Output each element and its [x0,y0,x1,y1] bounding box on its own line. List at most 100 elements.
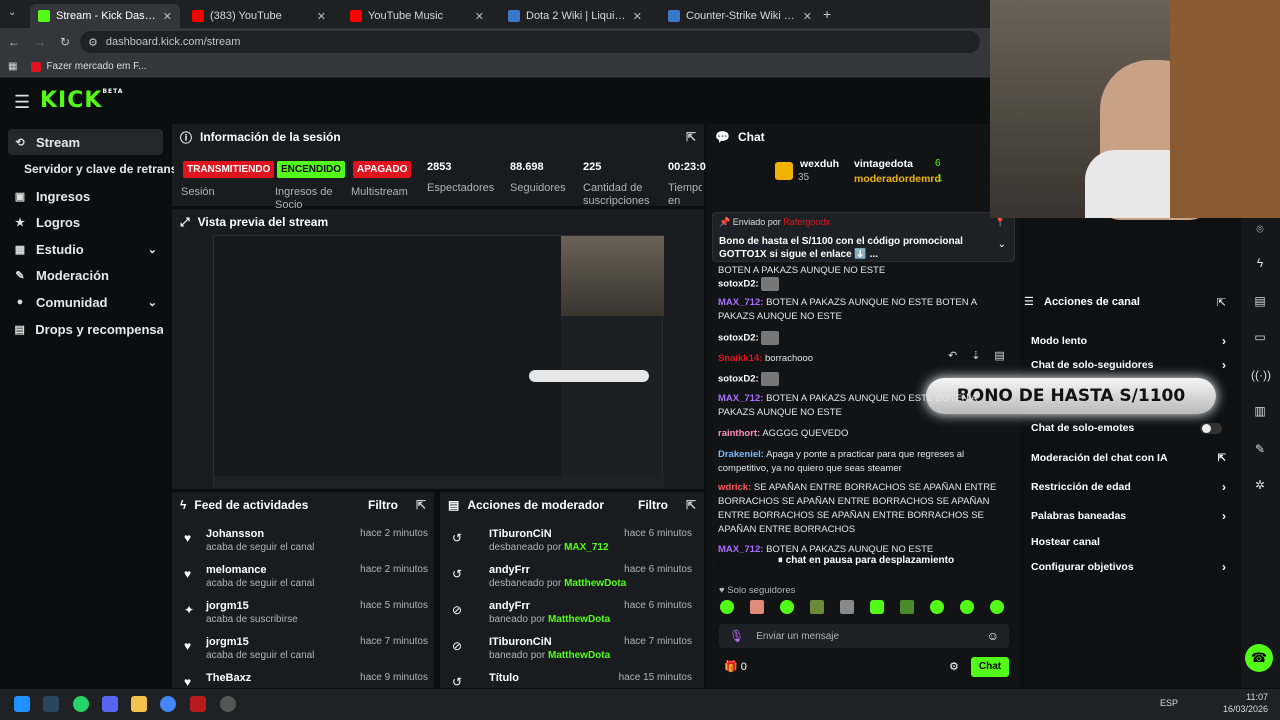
popout-icon[interactable]: ⇱ [686,498,696,512]
send-chat-button[interactable]: Chat [971,657,1009,677]
chat-username[interactable]: sotoxD2: [718,279,759,290]
windows-start-icon[interactable] [14,696,30,712]
lightning-icon[interactable]: ϟ [1251,256,1269,274]
feed-item[interactable]: ♥ melomance acaba de seguir el canal hace 2… [180,564,428,598]
chat-paused-notice[interactable]: ⏸ chat en pausa para desplazamiento [718,555,1014,569]
back-icon[interactable]: ← [8,35,20,49]
chat-username[interactable]: sotoxD2: [718,333,759,344]
mod-action-item[interactable]: ↺ andyFrr desbaneado por MatthewDota hace 6… [448,564,692,598]
feed-item[interactable]: ♥ jorgm15 acaba de seguir el canal hace 7 m… [180,636,428,670]
chat-username[interactable]: MAX_712: [718,544,763,555]
emote-icon[interactable] [780,600,794,614]
chat-username[interactable]: MAX_712: [718,393,763,404]
emote-bar[interactable] [718,600,1008,616]
toggle-switch[interactable] [1200,422,1222,434]
popout-icon[interactable]: ⇱ [1217,296,1226,309]
feed-item[interactable]: ✦ jorgm15 acaba de suscribirse hace 5 minut… [180,600,428,634]
emote-icon[interactable] [990,600,1004,614]
channel-action-item[interactable]: Hostear canal [1031,531,1226,553]
chat-username[interactable]: MAX_712: [718,297,763,308]
reload-icon[interactable]: ↻ [60,35,70,49]
chat-message[interactable]: BOTEN A PAKAZS AUNQUE NO ESTE [718,264,1008,278]
url-field[interactable]: ⚙ dashboard.kick.com/stream [80,31,980,53]
close-tab-icon[interactable]: ✕ [317,10,326,23]
channel-action-item[interactable]: Modo lento › [1031,330,1226,352]
chat-username[interactable]: Drakeniel: [718,449,764,460]
chat-message[interactable]: sotoxD2: [718,277,1008,292]
top-user-3[interactable]: moderadordemrd [854,173,941,185]
broadcast-icon[interactable]: ((·)) [1251,368,1271,386]
feed-filter-button[interactable]: Filtro [368,498,398,512]
stream-preview-video[interactable] [213,235,664,488]
channel-action-item[interactable]: Configurar objetivos › [1031,556,1226,578]
close-tab-icon[interactable]: ✕ [475,10,484,23]
bookmark-item[interactable]: Fazer mercado em F... [31,61,146,72]
puzzle-icon[interactable]: ✲ [1251,478,1269,496]
emote-icon[interactable] [870,600,884,614]
sidebar-item[interactable]: ▤ Drops y recompensas [8,316,163,342]
emote-icon[interactable] [960,600,974,614]
sidebar-item[interactable]: ★ Logros [8,209,163,235]
microphone-icon[interactable]: 🎙 [729,629,744,643]
emote-icon[interactable] [930,600,944,614]
browser-tab[interactable]: Stream - Kick Dashboard ✕ [30,4,180,28]
forward-icon[interactable]: → [34,35,46,49]
tab-list-icon[interactable]: ⌄ [8,7,16,18]
browser-tab[interactable]: YouTube Music ✕ [342,4,492,28]
emote-icon[interactable] [720,600,734,614]
emote-icon[interactable] [900,600,914,614]
wrench-icon[interactable]: ✎ [1251,442,1269,460]
emoji-icon[interactable]: ☺ [987,629,999,643]
apps-icon[interactable]: ▦ [8,61,17,72]
chat-username[interactable]: wdrick: [718,482,751,493]
channel-action-item[interactable]: Moderación del chat con IA ⇱ [1031,447,1226,469]
close-tab-icon[interactable]: ✕ [803,10,812,23]
chat-message[interactable]: sotoxD2: [718,331,1008,346]
chat-username[interactable]: rainthort: [718,428,760,439]
sidebar-item[interactable]: ▦ Estudio ⌄ [8,236,163,262]
clock-time[interactable]: 11:07 [1222,692,1268,702]
emote-icon[interactable] [810,600,824,614]
site-info-icon[interactable]: ⚙ [88,36,98,49]
close-tab-icon[interactable]: ✕ [633,10,642,23]
channel-action-item[interactable]: Palabras baneadas › [1031,505,1226,527]
mod-action-item[interactable]: ⊘ andyFrr baneado por MatthewDota hace 6 mi… [448,600,692,634]
popout-icon[interactable]: ⇱ [686,130,696,144]
sidebar-item[interactable]: ✎ Moderación [8,262,163,288]
file-explorer-icon[interactable] [131,696,147,712]
support-headset-icon[interactable]: ☎ [1245,644,1273,672]
chat-username[interactable]: sotoxD2: [718,374,759,385]
language-indicator[interactable]: ESP [1160,698,1178,708]
top-user-2[interactable]: vintagedota [854,158,913,170]
layout-icon[interactable]: ▥ [1251,404,1269,422]
chat-message[interactable]: Drakeniel: Apaga y ponte a practicar par… [718,448,1008,476]
emote-icon[interactable] [750,600,764,614]
channel-action-item[interactable]: Chat de solo-seguidores › [1031,354,1226,376]
channel-action-item[interactable]: Chat de solo-emotes [1031,417,1226,439]
feed-item[interactable]: ♥ Johansson acaba de seguir el canal hace 2… [180,528,428,562]
chevron-down-icon[interactable]: ⌄ [998,239,1006,250]
popout-icon[interactable]: ⇱ [416,498,426,512]
sidebar-item[interactable]: Servidor y clave de retransm [24,156,174,182]
sidebar-item[interactable]: ⟲ Stream [8,129,163,155]
chat-message[interactable]: sotoxD2: [718,372,1008,387]
chat-icon[interactable]: ▭ [1251,330,1269,348]
pinned-message[interactable]: 📌 Enviado por Rafergoodx Bono de hasta e… [712,212,1015,262]
browser-tab[interactable]: Counter-Strike Wiki | CS2 | Liqu ✕ [660,4,820,28]
discord-icon[interactable] [102,696,118,712]
chat-settings-icon[interactable]: ⚙ [949,660,959,673]
channel-action-item[interactable]: Restricción de edad › [1031,476,1226,498]
unpin-icon[interactable]: 📍 [995,217,1006,228]
browser-tab[interactable]: (383) YouTube ✕ [184,4,334,28]
feed-item[interactable]: ♥ TheBaxz hace 9 minutos [180,672,428,706]
top-user-1[interactable]: wexduh [800,158,839,170]
kick-logo[interactable]: KICKBETA [40,88,123,113]
steam-icon[interactable] [43,696,59,712]
chat-message[interactable]: MAX_712: BOTEN A PAKAZS AUNQUE NO ESTE B… [718,296,1008,324]
chat-input[interactable]: 🎙 Enviar un mensaje ☺ [719,624,1009,648]
chat-message[interactable]: wdrick: SE APAÑAN ENTRE BORRACHOS SE APA… [718,481,1008,537]
chat-message[interactable]: MAX_712: BOTEN A PAKAZS AUNQUE NO ESTE [718,543,1008,557]
whatsapp-icon[interactable] [73,696,89,712]
modactions-filter-button[interactable]: Filtro [638,498,668,512]
browser-tab[interactable]: Dota 2 Wiki | Liquipedia ✕ [500,4,650,28]
